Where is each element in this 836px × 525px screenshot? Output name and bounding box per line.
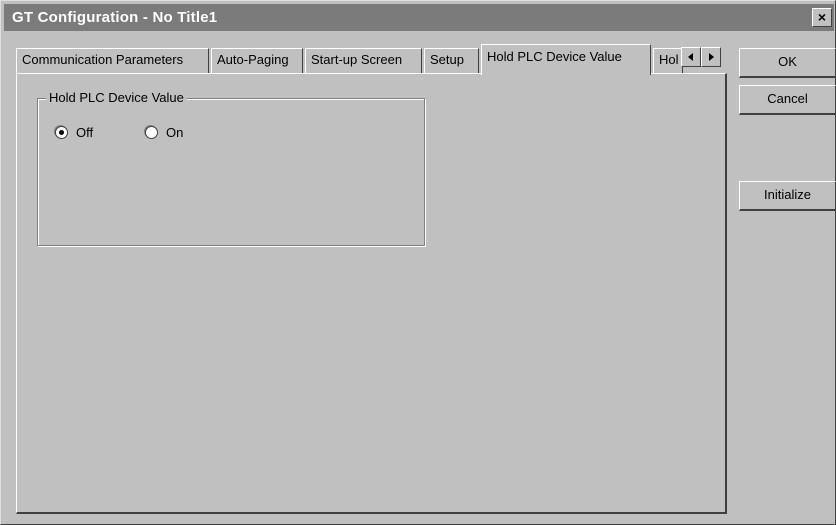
tab-setup[interactable]: Setup [424,48,479,74]
tab-scroll-left-button[interactable] [681,47,701,67]
tab-label: Auto-Paging [217,52,289,67]
radio-on[interactable]: On [145,125,183,140]
radio-off-label: Off [76,125,94,140]
tab-communication-parameters[interactable]: Communication Parameters [16,48,209,74]
window-title: GT Configuration - No Title1 [12,9,218,26]
close-button[interactable]: × [812,8,832,27]
tab-label: Setup [430,52,464,67]
ok-button[interactable]: OK [739,48,836,78]
tab-auto-paging[interactable]: Auto-Paging [211,48,303,74]
tab-hold-plc-device-value[interactable]: Hold PLC Device Value [481,44,651,75]
radio-on-label: On [166,125,184,140]
radio-off[interactable]: Off [55,125,93,140]
hold-plc-device-value-group: Hold PLC Device Value Off On [37,90,425,246]
tab-start-up-screen[interactable]: Start-up Screen [305,48,422,74]
initialize-label: Initialize [764,187,811,202]
radio-button-checked-icon[interactable] [55,126,68,139]
initialize-button[interactable]: Initialize [739,181,836,211]
tab-label: Hold PLC Device Value [487,49,622,64]
cancel-label: Cancel [767,91,808,106]
close-icon: × [817,9,827,25]
radio-button-unchecked-icon[interactable] [145,126,158,139]
tab-panel: Hold PLC Device Value Off On [16,73,727,514]
cancel-button[interactable]: Cancel [739,85,836,115]
tab-label: Communication Parameters [22,52,184,67]
tab-scroll-buttons [681,47,721,67]
configuration-window: GT Configuration - No Title1 × Communica… [0,0,836,525]
ok-label: OK [778,54,797,69]
tab-label: Hol [659,52,679,67]
tab-scroll-right-button[interactable] [701,47,721,67]
tab-label: Start-up Screen [311,52,403,67]
title-bar[interactable]: GT Configuration - No Title1 × [4,4,834,31]
group-label: Hold PLC Device Value [46,90,187,105]
tab-hol-truncated[interactable]: Hol [653,48,683,74]
